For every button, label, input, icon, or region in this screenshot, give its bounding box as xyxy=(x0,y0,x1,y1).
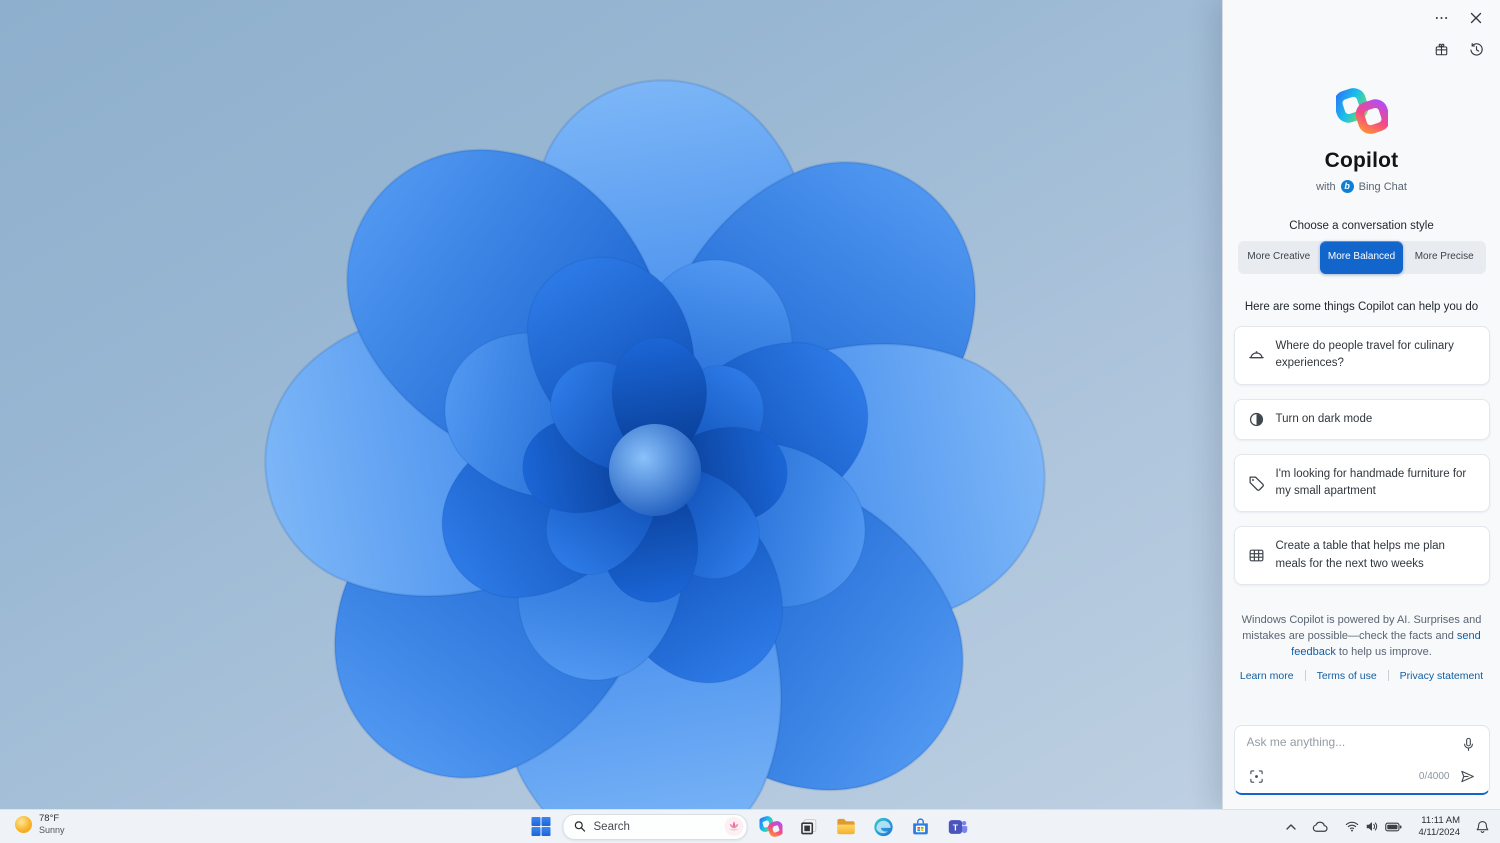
more-options-button[interactable] xyxy=(1433,14,1450,22)
footer-links: Learn more Terms of use Privacy statemen… xyxy=(1240,670,1483,682)
history-button[interactable] xyxy=(1467,40,1486,59)
notebook-button[interactable] xyxy=(1432,40,1451,59)
table-icon xyxy=(1248,547,1265,564)
taskbar: 78°F Sunny Search T 11:11 AM 4/11/2024 xyxy=(0,809,1500,843)
style-option-more-balanced[interactable]: More Balanced xyxy=(1320,241,1403,274)
char-counter: 0/4000 xyxy=(1418,771,1450,782)
sun-icon xyxy=(15,816,32,834)
suggestion-card-dark-mode[interactable]: Turn on dark mode xyxy=(1233,398,1490,440)
weather-temp: 78°F xyxy=(39,813,60,824)
taskbar-app-edge[interactable] xyxy=(870,813,898,841)
suggestion-card-culinary[interactable]: Where do people travel for culinary expe… xyxy=(1233,326,1490,385)
suggestion-text: Turn on dark mode xyxy=(1275,412,1373,425)
ellipsis-icon xyxy=(1435,16,1448,20)
bell-icon xyxy=(1476,820,1489,833)
send-icon xyxy=(1460,770,1474,783)
taskbar-app-copilot[interactable] xyxy=(757,812,786,841)
desktop-wallpaper xyxy=(0,0,1222,810)
edge-icon xyxy=(874,817,893,836)
taskbar-app-teams[interactable]: T xyxy=(944,813,972,841)
copilot-logo xyxy=(1335,85,1388,137)
onedrive-cloud-icon xyxy=(1313,821,1328,832)
disclaimer-text-after: to help us improve. xyxy=(1335,646,1432,659)
taskbar-app-store[interactable] xyxy=(907,813,935,841)
dark-mode-icon xyxy=(1248,411,1265,428)
windows-logo-icon xyxy=(531,817,551,836)
task-view-icon xyxy=(801,818,817,834)
link-separator xyxy=(1304,670,1306,682)
gift-icon xyxy=(1435,43,1448,56)
screenshot-icon xyxy=(1249,770,1263,783)
system-tray: 11:11 AM 4/11/2024 xyxy=(1282,810,1493,843)
teams-icon: T xyxy=(948,819,968,834)
history-icon xyxy=(1470,42,1483,56)
suggestion-text: Create a table that helps me plan meals … xyxy=(1275,540,1445,570)
subtitle-brand: Bing Chat xyxy=(1358,180,1407,193)
privacy-statement-link[interactable]: Privacy statement xyxy=(1400,670,1483,682)
search-placeholder: Search xyxy=(593,820,630,833)
panel-titlebar xyxy=(1223,0,1500,26)
tag-icon xyxy=(1248,475,1265,492)
microphone-icon xyxy=(1463,737,1473,751)
send-button[interactable] xyxy=(1458,767,1477,786)
search-box[interactable]: Search xyxy=(562,813,748,840)
copilot-taskbar-icon xyxy=(759,816,783,837)
tray-date: 4/11/2024 xyxy=(1418,826,1460,838)
wallpaper-bloom-graphic xyxy=(264,79,1046,810)
quick-settings-button[interactable] xyxy=(1341,817,1406,836)
close-icon xyxy=(1470,12,1482,24)
battery-icon xyxy=(1385,822,1402,831)
cloche-icon xyxy=(1248,347,1265,364)
volume-icon xyxy=(1367,822,1378,831)
conversation-style-heading: Choose a conversation style xyxy=(1289,220,1434,232)
panel-toolbar xyxy=(1223,26,1500,59)
hidden-icons-button[interactable] xyxy=(1282,821,1300,833)
mic-button[interactable] xyxy=(1460,735,1477,754)
learn-more-link[interactable]: Learn more xyxy=(1240,670,1294,682)
onedrive-button[interactable] xyxy=(1308,818,1333,836)
ai-disclaimer: Windows Copilot is powered by AI. Surpri… xyxy=(1241,612,1483,661)
close-button[interactable] xyxy=(1468,10,1484,26)
taskbar-app-task-view[interactable] xyxy=(795,813,823,841)
chat-input[interactable] xyxy=(1246,735,1452,749)
suggestion-card-furniture[interactable]: I'm looking for handmade furniture for m… xyxy=(1233,453,1490,513)
lotus-icon xyxy=(724,817,744,836)
clock[interactable]: 11:11 AM 4/11/2024 xyxy=(1414,812,1464,842)
chat-input-box[interactable]: 0/4000 xyxy=(1233,725,1490,795)
style-option-more-precise[interactable]: More Precise xyxy=(1403,241,1486,274)
suggestion-list: Where do people travel for culinary expe… xyxy=(1233,326,1490,585)
suggestion-card-meal-plan[interactable]: Create a table that helps me plan meals … xyxy=(1233,526,1490,585)
suggestion-text: I'm looking for handmade furniture for m… xyxy=(1275,467,1467,497)
wifi-icon xyxy=(1346,821,1359,832)
weather-widget[interactable]: 78°F Sunny xyxy=(9,812,71,837)
taskbar-center: Search T xyxy=(529,810,972,843)
svg-text:T: T xyxy=(953,822,959,832)
copilot-title: Copilot xyxy=(1324,149,1399,172)
screenshot-button[interactable] xyxy=(1247,767,1266,786)
suggestion-text: Where do people travel for culinary expe… xyxy=(1275,340,1454,370)
terms-of-use-link[interactable]: Terms of use xyxy=(1317,670,1377,682)
microsoft-store-icon xyxy=(913,817,928,834)
suggestions-heading: Here are some things Copilot can help yo… xyxy=(1244,301,1479,313)
taskbar-app-file-explorer[interactable] xyxy=(832,812,861,841)
notification-center-button[interactable] xyxy=(1472,817,1493,837)
copilot-panel: Copilot with b Bing Chat Choose a conver… xyxy=(1222,0,1500,810)
start-button[interactable] xyxy=(529,814,554,839)
style-option-more-creative[interactable]: More Creative xyxy=(1238,241,1321,274)
tray-time: 11:11 AM xyxy=(1421,814,1460,826)
subtitle-prefix: with xyxy=(1316,180,1336,193)
bing-icon: b xyxy=(1340,180,1354,193)
disclaimer-text-before: Windows Copilot is powered by AI. Surpri… xyxy=(1241,613,1482,643)
chevron-up-icon xyxy=(1286,823,1297,830)
file-explorer-icon xyxy=(837,818,855,835)
conversation-style-picker: More Creative More Balanced More Precise xyxy=(1237,241,1486,274)
link-separator xyxy=(1387,670,1389,682)
weather-condition: Sunny xyxy=(39,824,65,835)
search-icon xyxy=(574,821,586,832)
copilot-subtitle: with b Bing Chat xyxy=(1316,180,1407,193)
